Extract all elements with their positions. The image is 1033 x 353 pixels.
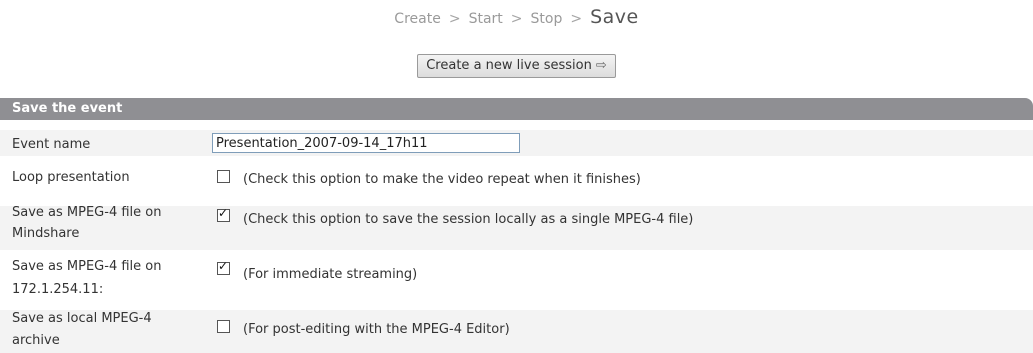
loop-presentation-hint: (Check this option to make the video rep…	[243, 172, 641, 187]
section-title: Save the event	[12, 101, 123, 116]
breadcrumb-current-save: Save	[590, 6, 639, 28]
loop-presentation-checkbox[interactable]	[217, 170, 230, 183]
save-local-archive-hint: (For post-editing with the MPEG-4 Editor…	[243, 322, 510, 337]
save-local-archive-checkbox[interactable]	[217, 320, 230, 333]
loop-presentation-label: Loop presentation	[12, 170, 130, 185]
breadcrumb-step-start: Start	[468, 11, 503, 27]
save-server-label-line2: 172.1.254.11:	[12, 282, 104, 297]
breadcrumb-step-stop: Stop	[530, 11, 563, 27]
row-band-local-archive	[0, 310, 1033, 353]
save-mindshare-checkbox[interactable]	[217, 206, 230, 222]
create-new-live-session-label: Create a new live session	[426, 58, 592, 73]
save-mindshare-hint: (Check this option to save the session l…	[243, 212, 694, 227]
save-server-label-line1: Save as MPEG-4 file on	[12, 259, 162, 274]
save-mindshare-label-line2: Mindshare	[12, 226, 80, 241]
breadcrumb-separator: >	[510, 11, 523, 27]
event-name-label: Event name	[12, 137, 91, 152]
save-mindshare-label-line1: Save as MPEG-4 file on	[12, 205, 162, 220]
create-new-live-session-button[interactable]: Create a new live session ⇨	[417, 54, 616, 78]
arrow-right-icon: ⇨	[595, 58, 607, 73]
save-server-checkbox[interactable]	[217, 259, 230, 275]
breadcrumb-step-create: Create	[394, 11, 441, 27]
breadcrumb-separator: >	[570, 11, 583, 27]
save-local-archive-label-line1: Save as local MPEG-4	[12, 311, 152, 326]
save-server-hint: (For immediate streaming)	[243, 267, 418, 282]
breadcrumb: Create > Start > Stop > Save	[0, 6, 1033, 28]
event-name-input[interactable]	[212, 133, 520, 153]
save-local-archive-label-line2: archive	[12, 333, 60, 348]
section-header: Save the event	[0, 98, 1033, 120]
breadcrumb-separator: >	[448, 11, 461, 27]
